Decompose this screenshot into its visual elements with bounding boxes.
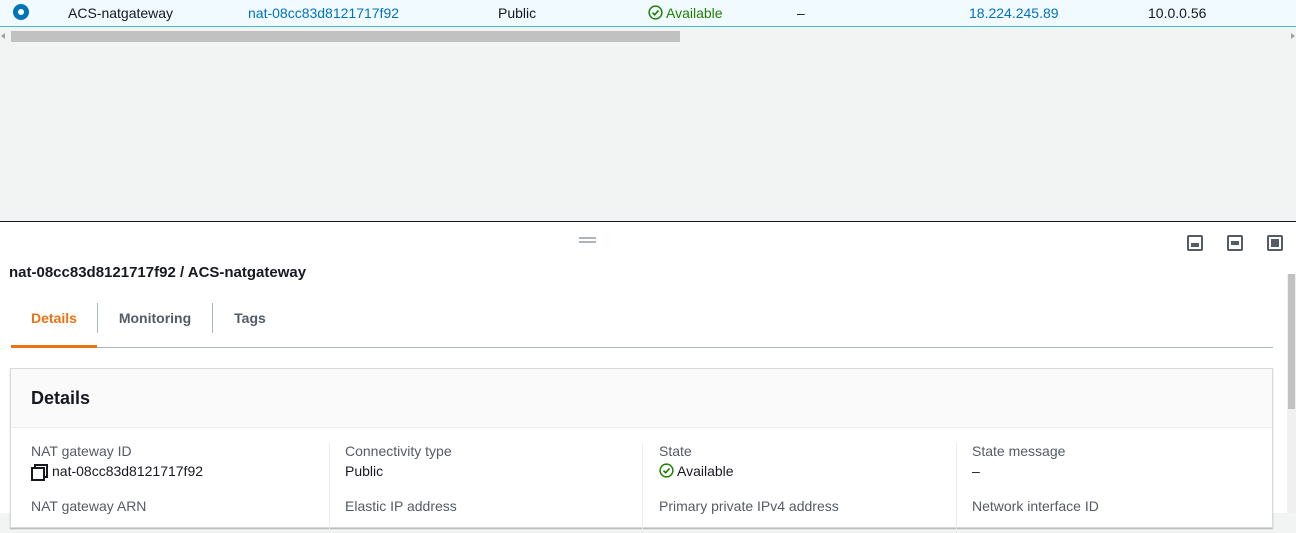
state-message-label: State message [972,443,1066,459]
state-label: State [659,443,692,459]
cell-elastic-ip-link[interactable]: 18.224.245.89 [969,5,1059,21]
connectivity-type-value: Public [345,463,384,479]
check-circle-icon [648,5,663,20]
tab-monitoring[interactable]: Monitoring [98,298,212,348]
details-heading: Details [31,388,91,408]
column-divider [956,443,957,533]
elastic-ip-address-label: Elastic IP address [345,498,457,514]
cell-state-message: – [797,5,805,21]
tab-tags[interactable]: Tags [213,298,287,348]
scroll-left-arrow-icon[interactable] [1,33,5,39]
table-row[interactable]: ACS-natgateway nat-08cc83d8121717f92 Pub… [0,0,1296,27]
details-header: Details [11,369,1272,428]
detail-column-connectivity-type: Connectivity type Public Elastic IP addr… [345,443,457,533]
column-divider [329,443,330,533]
scroll-right-arrow-icon[interactable] [1291,33,1295,39]
cell-nat-gateway-id-link[interactable]: nat-08cc83d8121717f92 [248,5,399,21]
copy-icon[interactable] [31,464,48,481]
resize-handle-icon[interactable] [579,237,596,243]
cell-private-ip: 10.0.0.56 [1148,5,1207,21]
row-radio-button[interactable] [13,4,29,20]
details-container: Details NAT gateway ID nat-08cc83d812171… [10,368,1273,533]
vertical-scrollbar-thumb[interactable] [1288,274,1295,409]
panel-position-maximize-icon[interactable] [1267,235,1283,251]
split-panel-title: nat-08cc83d8121717f92 / ACS-natgateway [9,264,307,281]
detail-column-nat-gateway-id: NAT gateway ID nat-08cc83d8121717f92 NAT… [31,443,203,533]
cell-state: Available [648,5,723,21]
connectivity-type-label: Connectivity type [345,443,452,459]
nat-gateway-id-value: nat-08cc83d8121717f92 [31,463,204,481]
split-panel: nat-08cc83d8121717f92 / ACS-natgateway D… [0,221,1296,533]
horizontal-scrollbar[interactable] [0,30,1296,43]
horizontal-scrollbar-thumb[interactable] [11,31,680,42]
network-interface-id-label: Network interface ID [972,498,1099,514]
detail-column-state-message: State message – Network interface ID [972,443,1099,533]
primary-private-ipv4-label: Primary private IPv4 address [659,498,839,514]
tab-details[interactable]: Details [11,298,97,348]
cell-connectivity-type: Public [498,5,537,21]
cell-name: ACS-natgateway [68,5,174,21]
state-value-text: Available [677,463,734,479]
cell-state-label: Available [666,5,723,21]
state-value: Available [659,463,839,479]
tab-list: Details Monitoring Tags [11,298,1273,348]
panel-position-bottom-icon[interactable] [1187,235,1203,251]
check-circle-icon [659,463,674,478]
vertical-scrollbar[interactable] [1287,274,1296,513]
detail-column-state: State Available Primary private IPv4 add… [659,443,839,533]
nat-gateway-id-label: NAT gateway ID [31,443,132,459]
nat-gateway-arn-label: NAT gateway ARN [31,498,147,514]
nat-gateway-id-text: nat-08cc83d8121717f92 [52,463,204,479]
column-divider [642,443,643,533]
state-message-value: – [972,463,980,479]
panel-position-side-icon[interactable] [1227,235,1243,251]
